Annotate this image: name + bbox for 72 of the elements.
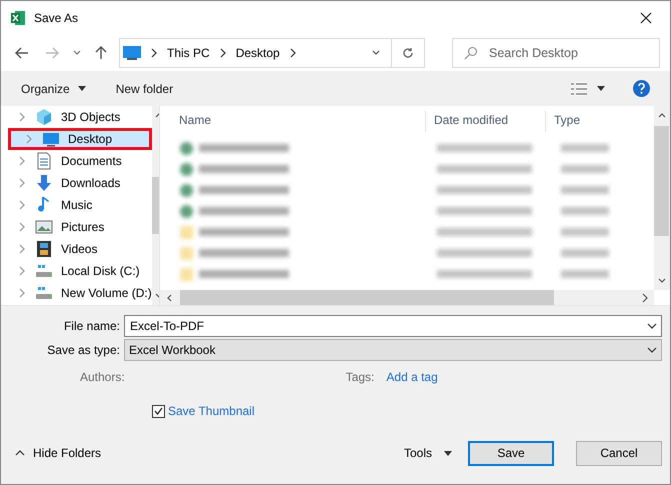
chevron-right-icon <box>17 288 27 298</box>
field-label: Authors: <box>80 369 125 386</box>
drive-icon <box>35 284 53 302</box>
monitor-icon <box>42 130 60 148</box>
chevron-right-icon <box>640 292 650 302</box>
help-button[interactable] <box>633 80 650 97</box>
close-icon <box>640 12 652 24</box>
chevron-right-icon <box>24 134 34 144</box>
organize-button[interactable]: Organize <box>21 80 86 98</box>
navigation-item[interactable]: New Volume (D:) <box>1 282 152 304</box>
file-name-field[interactable]: Excel-To-PDF <box>124 315 662 337</box>
navigation-item[interactable]: Videos <box>1 238 152 260</box>
search-icon <box>464 46 478 60</box>
chevron-right-icon <box>218 48 228 58</box>
monitor-icon <box>123 46 141 60</box>
navigation-item[interactable]: Pictures <box>1 216 152 238</box>
caret-down-icon <box>597 86 605 91</box>
search-field[interactable]: Search Desktop <box>452 38 660 68</box>
column-header[interactable]: Name <box>162 111 425 132</box>
field-label: File name: <box>62 318 121 335</box>
view-options-button[interactable] <box>571 82 605 94</box>
drive-icon <box>35 262 53 280</box>
checkbox[interactable] <box>152 404 165 418</box>
chevron-right-icon <box>17 112 27 122</box>
navigation-item[interactable]: Local Disk (C:) <box>1 260 152 282</box>
chevron-right-icon <box>17 156 27 166</box>
cube-icon <box>35 108 53 126</box>
breadcrumb-item[interactable]: This PC <box>167 44 210 62</box>
chevron-right-icon <box>17 244 27 254</box>
window-title: Save As <box>34 10 78 27</box>
new-folder-button[interactable]: New folder <box>116 80 174 98</box>
scrollbar-thumb[interactable] <box>180 290 554 305</box>
chevron-right-icon <box>149 48 159 58</box>
chevron-right-icon <box>17 266 27 276</box>
hide-folders-button[interactable]: Hide Folders <box>15 444 102 462</box>
field-label: Tags: <box>346 369 374 386</box>
scrollbar-thumb[interactable] <box>654 126 669 236</box>
thumbnail-option[interactable]: Save Thumbnail <box>152 402 254 420</box>
spreadsheet-app-icon <box>10 10 26 26</box>
chevron-right-icon <box>288 48 298 58</box>
question-mark-icon <box>638 83 645 94</box>
save-button[interactable]: Save <box>468 440 554 466</box>
breadcrumb-item[interactable]: Desktop <box>236 44 280 62</box>
arrow-left-icon <box>15 47 29 59</box>
horizontal-scrollbar[interactable] <box>160 290 654 305</box>
column-header[interactable]: Date modified <box>425 111 545 132</box>
cancel-button[interactable]: Cancel <box>576 440 662 466</box>
details-view-icon <box>571 82 587 94</box>
vertical-scrollbar[interactable] <box>654 106 670 290</box>
picture-icon <box>35 218 53 236</box>
caret-down-icon <box>78 86 86 91</box>
navigation-item[interactable]: 3D Objects <box>1 106 152 128</box>
document-icon <box>35 152 53 170</box>
field-label: Save as type: <box>46 342 121 359</box>
checkmark-icon <box>154 407 163 415</box>
navigation-item[interactable]: Downloads <box>1 172 152 194</box>
refresh-icon <box>402 47 414 59</box>
download-arrow-icon <box>35 174 53 192</box>
navigation-item[interactable]: Documents <box>1 150 152 172</box>
caret-down-icon <box>444 450 452 456</box>
chevron-right-icon <box>17 200 27 210</box>
chevron-right-icon <box>17 178 27 188</box>
navigation-item[interactable]: Desktop <box>8 128 152 150</box>
address-bar[interactable]: This PC Desktop <box>119 38 425 68</box>
navigation-item[interactable]: Music <box>1 194 152 216</box>
tools-button[interactable]: Tools <box>404 444 452 462</box>
film-icon <box>35 240 53 258</box>
chevron-right-icon <box>17 222 27 232</box>
add-tag-link[interactable]: Add a tag <box>386 368 438 386</box>
file-type-dropdown[interactable]: Excel Workbook <box>124 339 662 361</box>
arrow-right-icon <box>45 47 59 59</box>
arrow-up-icon <box>95 46 107 60</box>
